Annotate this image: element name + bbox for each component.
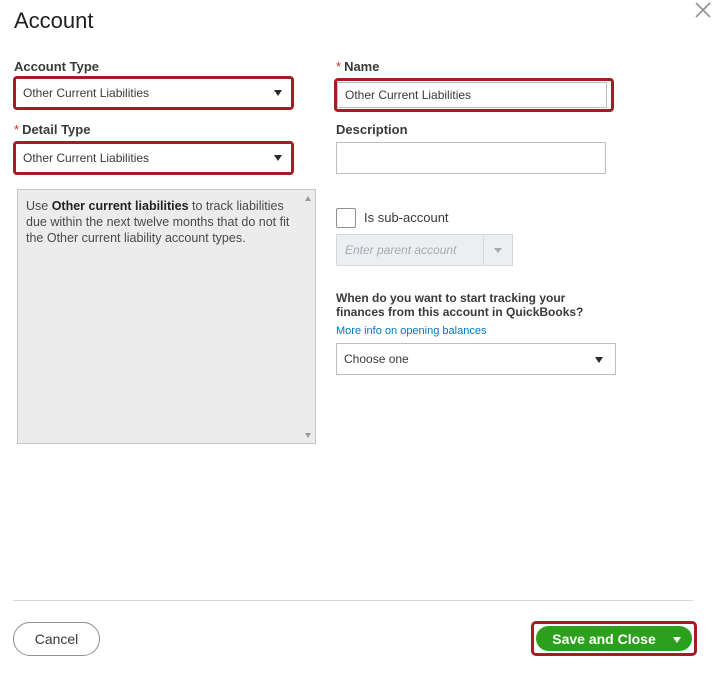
chevron-down-icon (494, 248, 502, 253)
name-label: * Name (336, 59, 379, 74)
description-label-text: Description (336, 122, 408, 137)
chevron-down-icon (595, 357, 603, 363)
scroll-up-icon[interactable] (305, 196, 311, 201)
detail-type-select[interactable]: Other Current Liabilities (16, 144, 291, 172)
cancel-button-label: Cancel (34, 631, 79, 647)
parent-account-select: Enter parent account (336, 234, 513, 266)
detail-type-value: Other Current Liabilities (23, 151, 150, 165)
save-button-label: Save and Close (552, 630, 656, 647)
chevron-down-icon (673, 637, 681, 643)
parent-account-placeholder: Enter parent account (345, 243, 457, 257)
name-value: Other Current Liabilities (345, 88, 472, 102)
close-icon[interactable] (692, 0, 714, 22)
required-mark: * (336, 59, 342, 74)
help-text-prefix: Use (26, 199, 52, 213)
account-type-value: Other Current Liabilities (23, 86, 150, 100)
parent-account-dropdown (483, 235, 512, 265)
description-input[interactable] (336, 142, 606, 174)
opening-balance-value: Choose one (344, 352, 409, 366)
name-input[interactable]: Other Current Liabilities (337, 82, 607, 108)
opening-balance-info-link[interactable]: More info on opening balances (336, 325, 486, 337)
opening-balance-select[interactable]: Choose one (336, 343, 616, 375)
chevron-down-icon (274, 90, 282, 96)
dialog-title: Account (14, 8, 94, 33)
scroll-down-icon[interactable] (305, 433, 311, 438)
opening-balance-question: When do you want to start tracking your … (336, 291, 584, 319)
name-label-text: Name (344, 59, 380, 74)
detail-type-description[interactable]: Use Other current liabilities to track l… (17, 189, 316, 444)
chevron-down-icon (274, 155, 282, 161)
account-type-label-text: Account Type (14, 59, 99, 74)
sub-account-label: Is sub-account (364, 210, 449, 225)
footer-divider (13, 600, 693, 601)
name-highlight: Other Current Liabilities (334, 78, 614, 112)
account-type-select[interactable]: Other Current Liabilities (16, 79, 291, 107)
required-mark: * (14, 122, 20, 137)
save-button-highlight: Save and Close (531, 621, 697, 656)
account-type-highlight: Other Current Liabilities (13, 76, 294, 110)
description-label: Description (336, 122, 408, 137)
cancel-button[interactable]: Cancel (13, 622, 100, 656)
detail-type-highlight: Other Current Liabilities (13, 141, 294, 175)
detail-type-label-text: Detail Type (22, 122, 91, 137)
help-text-bold: Other current liabilities (51, 199, 189, 213)
save-and-close-button[interactable]: Save and Close (536, 626, 692, 651)
account-type-label: Account Type (14, 59, 99, 74)
save-options-dropdown[interactable] (666, 626, 692, 651)
sub-account-checkbox[interactable] (336, 208, 356, 228)
detail-type-label: * Detail Type (14, 122, 90, 137)
